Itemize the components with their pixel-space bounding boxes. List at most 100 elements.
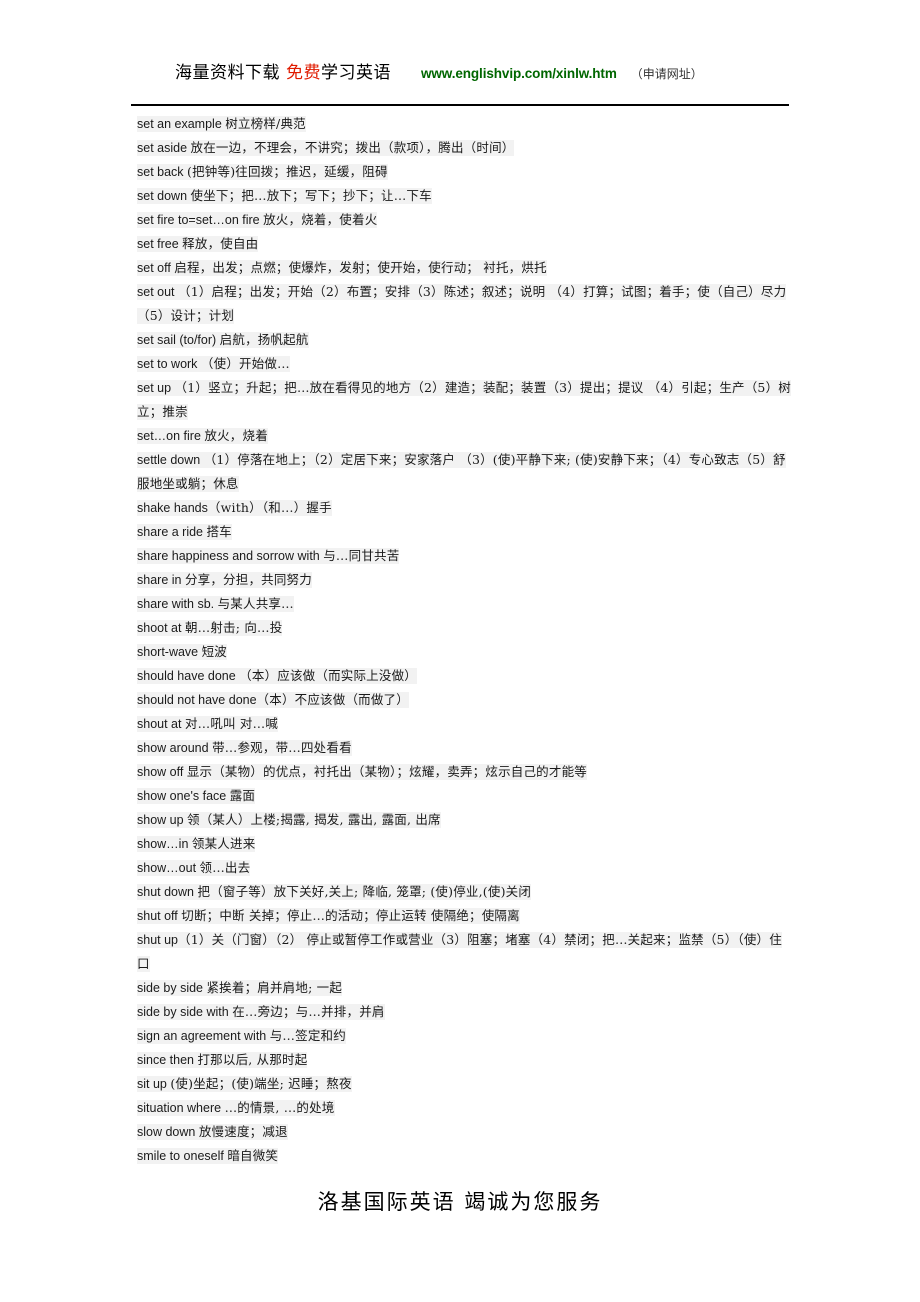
phrase-term: sign an agreement with — [137, 1029, 270, 1043]
phrase-entry: set sail (to/for) 启航，扬帆起航 — [131, 328, 791, 352]
phrase-entry: situation where …的情景, …的处境 — [131, 1096, 791, 1120]
phrase-entry: show around 带…参观，带…四处看看 — [131, 736, 791, 760]
phrase-term: set back — [137, 165, 188, 179]
phrase-highlight: show up 领（某人）上楼;揭露, 揭发, 露出, 露面, 出席 — [137, 812, 441, 828]
phrase-highlight: show…out 领…出去 — [137, 860, 251, 876]
phrase-highlight: set aside 放在一边，不理会，不讲究；拨出（款项），腾出（时间） — [137, 140, 515, 156]
phrase-term: should have done — [137, 669, 240, 683]
phrase-definition: （本）应该做（而实际上没做） — [239, 668, 417, 683]
phrase-definition: 放慢速度；减退 — [198, 1124, 288, 1139]
phrase-highlight: set to work （使）开始做… — [137, 356, 290, 372]
phrase-definition: 使坐下；把…放下；写下；抄下；让…下车 — [190, 188, 432, 203]
phrase-highlight: should not have done（本）不应该做（而做了） — [137, 692, 409, 708]
phrase-entry: settle down （1）停落在地上；（2）定居下来；安家落户 （3）(使)… — [131, 448, 791, 496]
phrase-term: share happiness and sorrow with — [137, 549, 324, 563]
phrase-term: shoot at — [137, 621, 185, 635]
phrase-definition: 短波 — [201, 644, 228, 659]
phrase-highlight: side by side 紧挨着；肩并肩地; 一起 — [137, 980, 343, 996]
phrase-definition: 露面 — [229, 788, 256, 803]
phrase-entry: set…on fire 放火，烧着 — [131, 424, 791, 448]
phrase-entry: show up 领（某人）上楼;揭露, 揭发, 露出, 露面, 出席 — [131, 808, 791, 832]
phrase-highlight: should have done （本）应该做（而实际上没做） — [137, 668, 417, 684]
phrase-definition: （1）启程；出发；开始（2）布置；安排（3）陈述；叙述；说明 （4）打算；试图；… — [137, 284, 787, 323]
phrase-entry: set an example 树立榜样/典范 — [131, 112, 791, 136]
phrase-entry: since then 打那以后, 从那时起 — [131, 1048, 791, 1072]
phrase-highlight: set down 使坐下；把…放下；写下；抄下；让…下车 — [137, 188, 432, 204]
phrase-entry: share with sb. 与某人共享… — [131, 592, 791, 616]
phrase-highlight: show one's face 露面 — [137, 788, 256, 804]
phrase-definition: （本）不应该做（而做了） — [256, 692, 409, 707]
phrase-definition: 领某人进来 — [191, 836, 256, 851]
phrase-entry: set down 使坐下；把…放下；写下；抄下；让…下车 — [131, 184, 791, 208]
header-website-url[interactable]: www.englishvip.com/xinlw.htm — [421, 66, 617, 81]
phrase-entry: shoot at 朝…射击; 向…投 — [131, 616, 791, 640]
header-free-text: 免费 — [286, 63, 321, 83]
phrase-highlight: shut off 切断；中断 关掉；停止…的活动；停止运转 使隔绝；使隔离 — [137, 908, 520, 924]
phrase-definition: 领（某人）上楼;揭露, 揭发, 露出, 露面, 出席 — [187, 812, 441, 827]
phrase-entry: slow down 放慢速度；减退 — [131, 1120, 791, 1144]
phrase-highlight: show around 带…参观，带…四处看看 — [137, 740, 352, 756]
phrase-definition: 放火，烧着，使着火 — [263, 212, 378, 227]
phrase-entry: shut down 把（窗子等）放下关好,关上; 降临, 笼罩; (使)停业,(… — [131, 880, 791, 904]
phrase-entry: set free 释放，使自由 — [131, 232, 791, 256]
phrase-term: set sail (to/for) — [137, 333, 220, 347]
phrase-term: set out — [137, 285, 178, 299]
phrase-term: set up — [137, 381, 175, 395]
phrase-term: shake hands — [137, 501, 208, 515]
phrase-entry: set to work （使）开始做… — [131, 352, 791, 376]
phrase-highlight: settle down （1）停落在地上；（2）定居下来；安家落户 （3）(使)… — [137, 452, 786, 492]
phrase-term: show around — [137, 741, 213, 755]
phrase-definition: 打那以后, 从那时起 — [197, 1052, 308, 1067]
phrase-term: show…in — [137, 837, 192, 851]
phrase-highlight: sit up (使)坐起；(使)端坐; 迟睡；熬夜 — [137, 1076, 352, 1092]
phrase-definition: 在…旁边；与…并排，并肩 — [232, 1004, 385, 1019]
phrase-entry: sit up (使)坐起；(使)端坐; 迟睡；熬夜 — [131, 1072, 791, 1096]
phrase-term: smile to oneself — [137, 1149, 228, 1163]
phrase-term: sit up — [137, 1077, 171, 1091]
phrase-term: side by side with — [137, 1005, 233, 1019]
phrase-term: set an example — [137, 117, 226, 131]
phrase-entry: share a ride 搭车 — [131, 520, 791, 544]
phrase-term: should not have done — [137, 693, 257, 707]
phrase-entry: shut up（1）关（门窗）（2） 停止或暂停工作或营业（3）阻塞；堵塞（4）… — [131, 928, 791, 976]
phrase-entry: share in 分享，分担，共同努力 — [131, 568, 791, 592]
phrase-term: since then — [137, 1053, 198, 1067]
phrase-highlight: set an example 树立榜样/典范 — [137, 116, 306, 132]
phrase-term: set fire to=set…on fire — [137, 213, 264, 227]
phrase-definition: （with）（和…）握手 — [207, 500, 332, 515]
phrase-term: show one's face — [137, 789, 230, 803]
page-footer: 洛基国际英语 竭诚为您服务 — [0, 1186, 920, 1216]
phrase-highlight: set back (把钟等)往回拨；推迟，延缓，阻碍 — [137, 164, 388, 180]
phrase-term: shout at — [137, 717, 185, 731]
phrase-definition: 放火，烧着 — [204, 428, 268, 443]
phrase-definition: 启程，出发；点燃；使爆炸，发射；使开始，使行动； 衬托，烘托 — [174, 260, 547, 275]
phrase-entry: side by side with 在…旁边；与…并排，并肩 — [131, 1000, 791, 1024]
phrase-highlight: set up （1）竖立；升起；把…放在看得见的地方（2）建造；装配；装置（3）… — [137, 380, 791, 420]
phrase-term: show up — [137, 813, 188, 827]
phrase-entry: show one's face 露面 — [131, 784, 791, 808]
phrase-highlight: share with sb. 与某人共享… — [137, 596, 294, 612]
phrase-term: show off — [137, 765, 187, 779]
phrase-entry: show…in 领某人进来 — [131, 832, 791, 856]
phrase-definition: （1）竖立；升起；把…放在看得见的地方（2）建造；装配；装置（3）提出；提议 （… — [137, 380, 791, 419]
phrase-term: set free — [137, 237, 183, 251]
phrase-definition: 把（窗子等）放下关好,关上; 降临, 笼罩; (使)停业,(使)关闭 — [197, 884, 532, 899]
phrase-highlight: share in 分享，分担，共同努力 — [137, 572, 312, 588]
phrase-entry: set fire to=set…on fire 放火，烧着，使着火 — [131, 208, 791, 232]
phrase-highlight: sign an agreement with 与…签定和约 — [137, 1028, 346, 1044]
phrase-highlight: set off 启程，出发；点燃；使爆炸，发射；使开始，使行动； 衬托，烘托 — [137, 260, 547, 276]
phrase-entry: short-wave 短波 — [131, 640, 791, 664]
phrase-highlight: slow down 放慢速度；减退 — [137, 1124, 288, 1140]
phrase-highlight: since then 打那以后, 从那时起 — [137, 1052, 308, 1068]
phrase-term: shut off — [137, 909, 182, 923]
phrase-highlight: shout at 对…吼叫 对…喊 — [137, 716, 279, 732]
phrase-highlight: set out （1）启程；出发；开始（2）布置；安排（3）陈述；叙述；说明 （… — [137, 284, 787, 324]
phrase-entry: should not have done（本）不应该做（而做了） — [131, 688, 791, 712]
phrase-definition: …的情景, …的处境 — [224, 1100, 335, 1115]
phrase-entry: set out （1）启程；出发；开始（2）布置；安排（3）陈述；叙述；说明 （… — [131, 280, 791, 328]
phrase-highlight: share happiness and sorrow with 与…同甘共苦 — [137, 548, 400, 564]
phrase-definition: (把钟等)往回拨；推迟，延缓，阻碍 — [187, 164, 388, 179]
phrase-entry: shake hands（with）（和…）握手 — [131, 496, 791, 520]
phrase-definition: 朝…射击; 向…投 — [184, 620, 283, 635]
phrase-highlight: set sail (to/for) 启航，扬帆起航 — [137, 332, 309, 348]
